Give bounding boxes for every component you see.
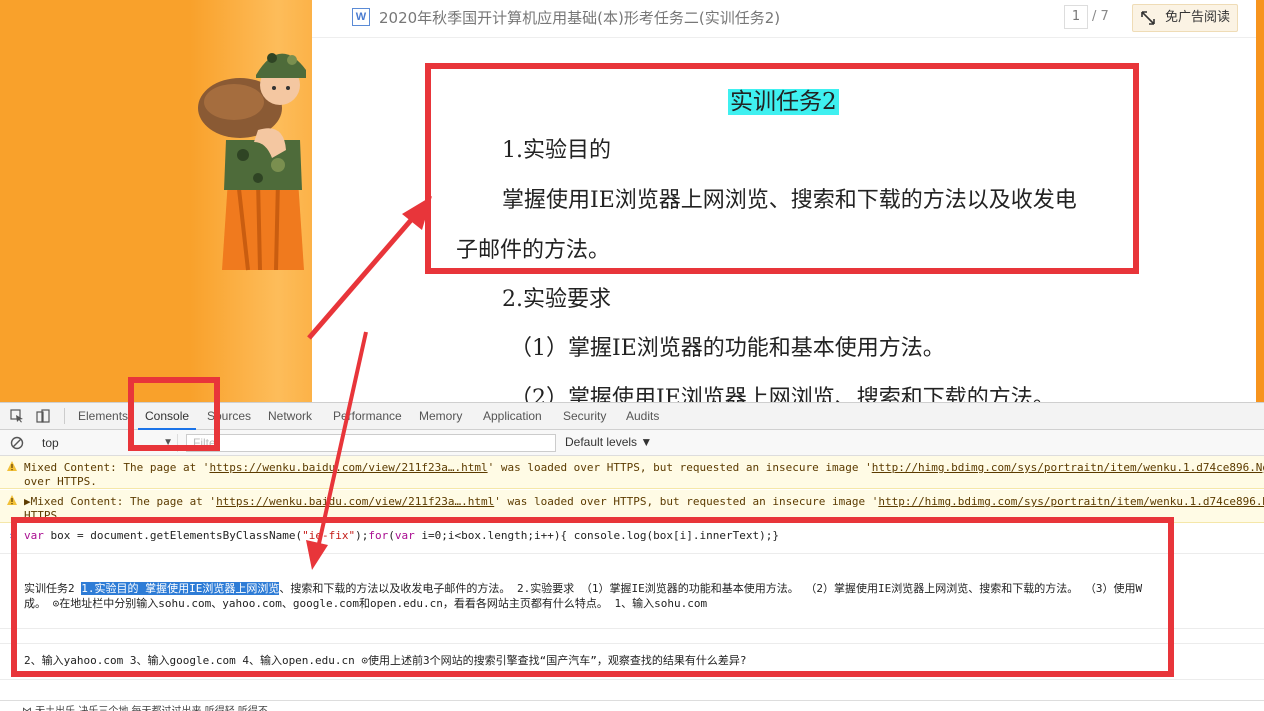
log-levels-dropdown[interactable]: Default levels ▼ [565, 435, 652, 449]
console-output-line: 2、输入yahoo.com 3、输入google.com 4、输入open.ed… [24, 654, 747, 667]
prompt-chevron-icon: › [8, 529, 15, 542]
selected-text: 1.实验目的 掌握使用IE浏览器上网浏览 [81, 582, 280, 595]
doc-header: W 2020年秋季国开计算机应用基础(本)形考任务二(实训任务2) 1 / 7 … [312, 0, 1256, 38]
doc-paragraph: 2.实验要求 [502, 287, 611, 312]
row-divider [0, 628, 1264, 629]
right-orange-strip [1256, 0, 1264, 402]
tab-sources[interactable]: Sources [207, 409, 251, 423]
doc-heading-text: 实训任务2 [728, 89, 839, 115]
console-warning: Mixed Content: The page at 'https://wenk… [0, 456, 1264, 489]
console-warning[interactable]: ▶Mixed Content: The page at 'https://wen… [0, 490, 1264, 523]
row-divider [0, 679, 1264, 680]
console-command[interactable]: var box = document.getElementsByClassNam… [24, 529, 779, 542]
doc-title: 2020年秋季国开计算机应用基础(本)形考任务二(实训任务2) [379, 9, 781, 27]
console-output-line: 实训任务2 1.实验目的 掌握使用IE浏览器上网浏览、搜索和下载的方法以及收发电… [24, 582, 1143, 595]
document-viewer: W 2020年秋季国开计算机应用基础(本)形考任务二(实训任务2) 1 / 7 … [312, 0, 1264, 411]
context-value: top [42, 436, 59, 450]
inspect-element-icon[interactable] [10, 409, 24, 423]
doc-heading: 实训任务2 [728, 82, 839, 116]
screenshot-root: W 2020年秋季国开计算机应用基础(本)形考任务二(实训任务2) 1 / 7 … [0, 0, 1264, 711]
row-divider [0, 643, 1264, 644]
warning-text-cont: HTTPS. [24, 509, 64, 522]
tab-elements[interactable]: Elements [78, 409, 128, 423]
tab-console[interactable]: Console [145, 409, 189, 423]
expand-icon [1141, 11, 1155, 25]
row-divider [0, 553, 1264, 554]
doc-paragraph: 子邮件的方法。 [456, 238, 611, 263]
bottom-text: ⋈ 无土出乐 决乐三个地 每天都过过出来 听得轻 听得不 [22, 702, 268, 711]
device-toolbar-icon[interactable] [36, 409, 50, 423]
context-selector[interactable]: top ▼ [36, 434, 178, 452]
console-bottom-line: ⋈ 无土出乐 决乐三个地 每天都过过出来 听得轻 听得不 [0, 700, 1264, 711]
page-total: / 7 [1092, 9, 1109, 24]
warning-page-link[interactable]: https://wenku.baidu.com/view/211f23a….ht… [209, 461, 487, 474]
warning-text: ▶Mixed Content: The page at 'https://wen… [24, 495, 1264, 508]
warning-text: Mixed Content: The page at 'https://wenk… [24, 461, 1264, 474]
soldier-illustration [198, 53, 306, 271]
warning-page-link[interactable]: https://wenku.baidu.com/view/211f23a….ht… [216, 495, 494, 508]
warning-text-cont: over HTTPS. [24, 475, 97, 488]
tab-application[interactable]: Application [483, 409, 542, 423]
tab-performance[interactable]: Performance [333, 409, 402, 423]
page-number-input[interactable]: 1 [1064, 5, 1088, 29]
console-output-line: 成。 ⊙在地址栏中分别输入sohu.com、yahoo.com、google.c… [24, 597, 708, 610]
ad-banner[interactable] [0, 0, 312, 402]
chevron-down-icon: ▼ [163, 437, 173, 448]
devtools-tab-bar: Elements Console Sources Network Perform… [0, 403, 1264, 430]
doc-paragraph: 1.实验目的 [502, 138, 611, 163]
ad-free-label: 免广告阅读 [1165, 10, 1231, 25]
warning-icon [7, 461, 17, 471]
clear-console-icon[interactable] [10, 436, 24, 450]
toolbar-divider [64, 408, 65, 424]
doc-paragraph: 掌握使用IE浏览器上网浏览、搜索和下载的方法以及收发电 [502, 188, 1077, 213]
warning-image-link[interactable]: http://himg.bdimg.com/sys/portraitn/item… [872, 461, 1264, 474]
tab-security[interactable]: Security [563, 409, 606, 423]
word-file-icon: W [352, 8, 370, 26]
tab-network[interactable]: Network [268, 409, 312, 423]
warning-icon [7, 495, 17, 505]
ad-free-read-button[interactable]: 免广告阅读 [1132, 4, 1238, 32]
tab-audits[interactable]: Audits [626, 409, 659, 423]
tab-memory[interactable]: Memory [419, 409, 462, 423]
console-filter-input[interactable]: Filter [186, 434, 556, 452]
warning-image-link[interactable]: http://himg.bdimg.com/sys/portraitn/item… [878, 495, 1264, 508]
devtools-panel: Elements Console Sources Network Perform… [0, 402, 1264, 711]
doc-paragraph: （1）掌握IE浏览器的功能和基本使用方法。 [510, 336, 945, 361]
console-toolbar: top ▼ Filter Default levels ▼ [0, 430, 1264, 456]
